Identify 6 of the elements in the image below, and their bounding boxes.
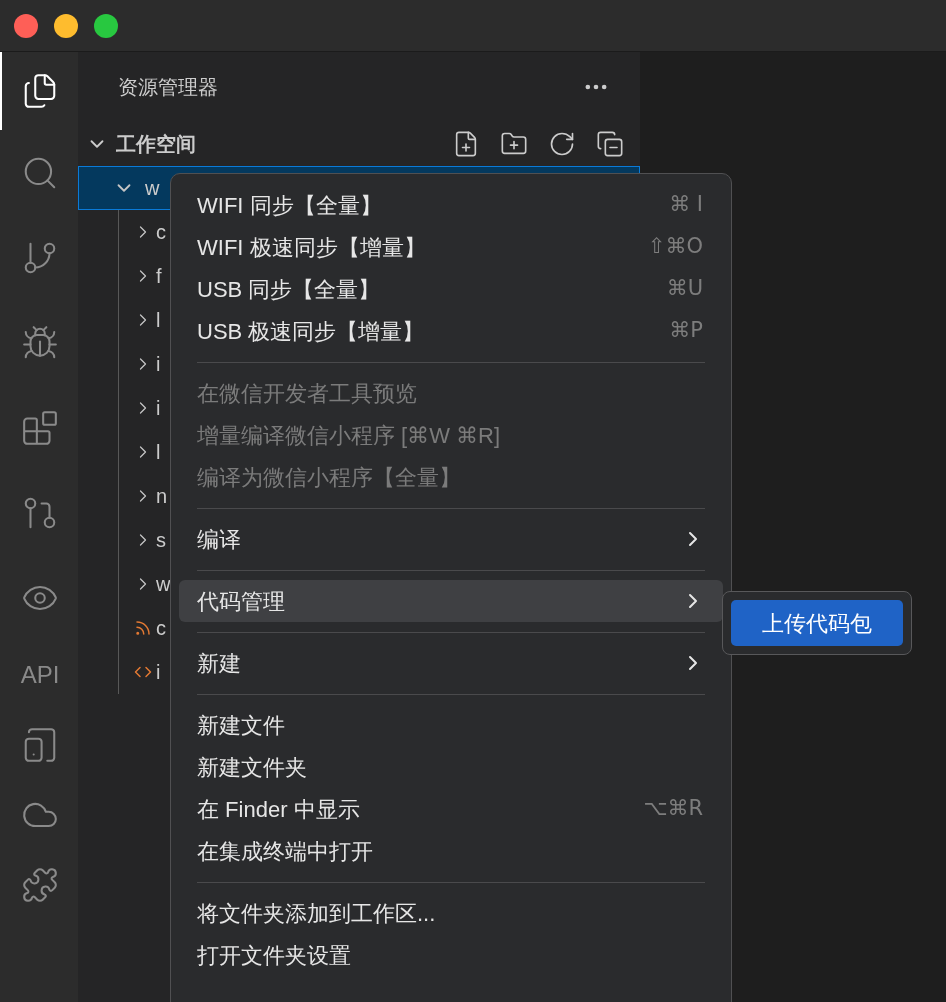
shortcut-label: ⌥⌘R <box>643 795 704 823</box>
sidebar-title: 资源管理器 <box>118 75 218 100</box>
shortcut-label: ⇧⌘O <box>647 233 704 261</box>
shortcut-label: ⌘U <box>666 275 704 303</box>
shortcut-label: ⌘ I <box>669 191 704 219</box>
shortcut-label: ⌘P <box>669 317 704 345</box>
